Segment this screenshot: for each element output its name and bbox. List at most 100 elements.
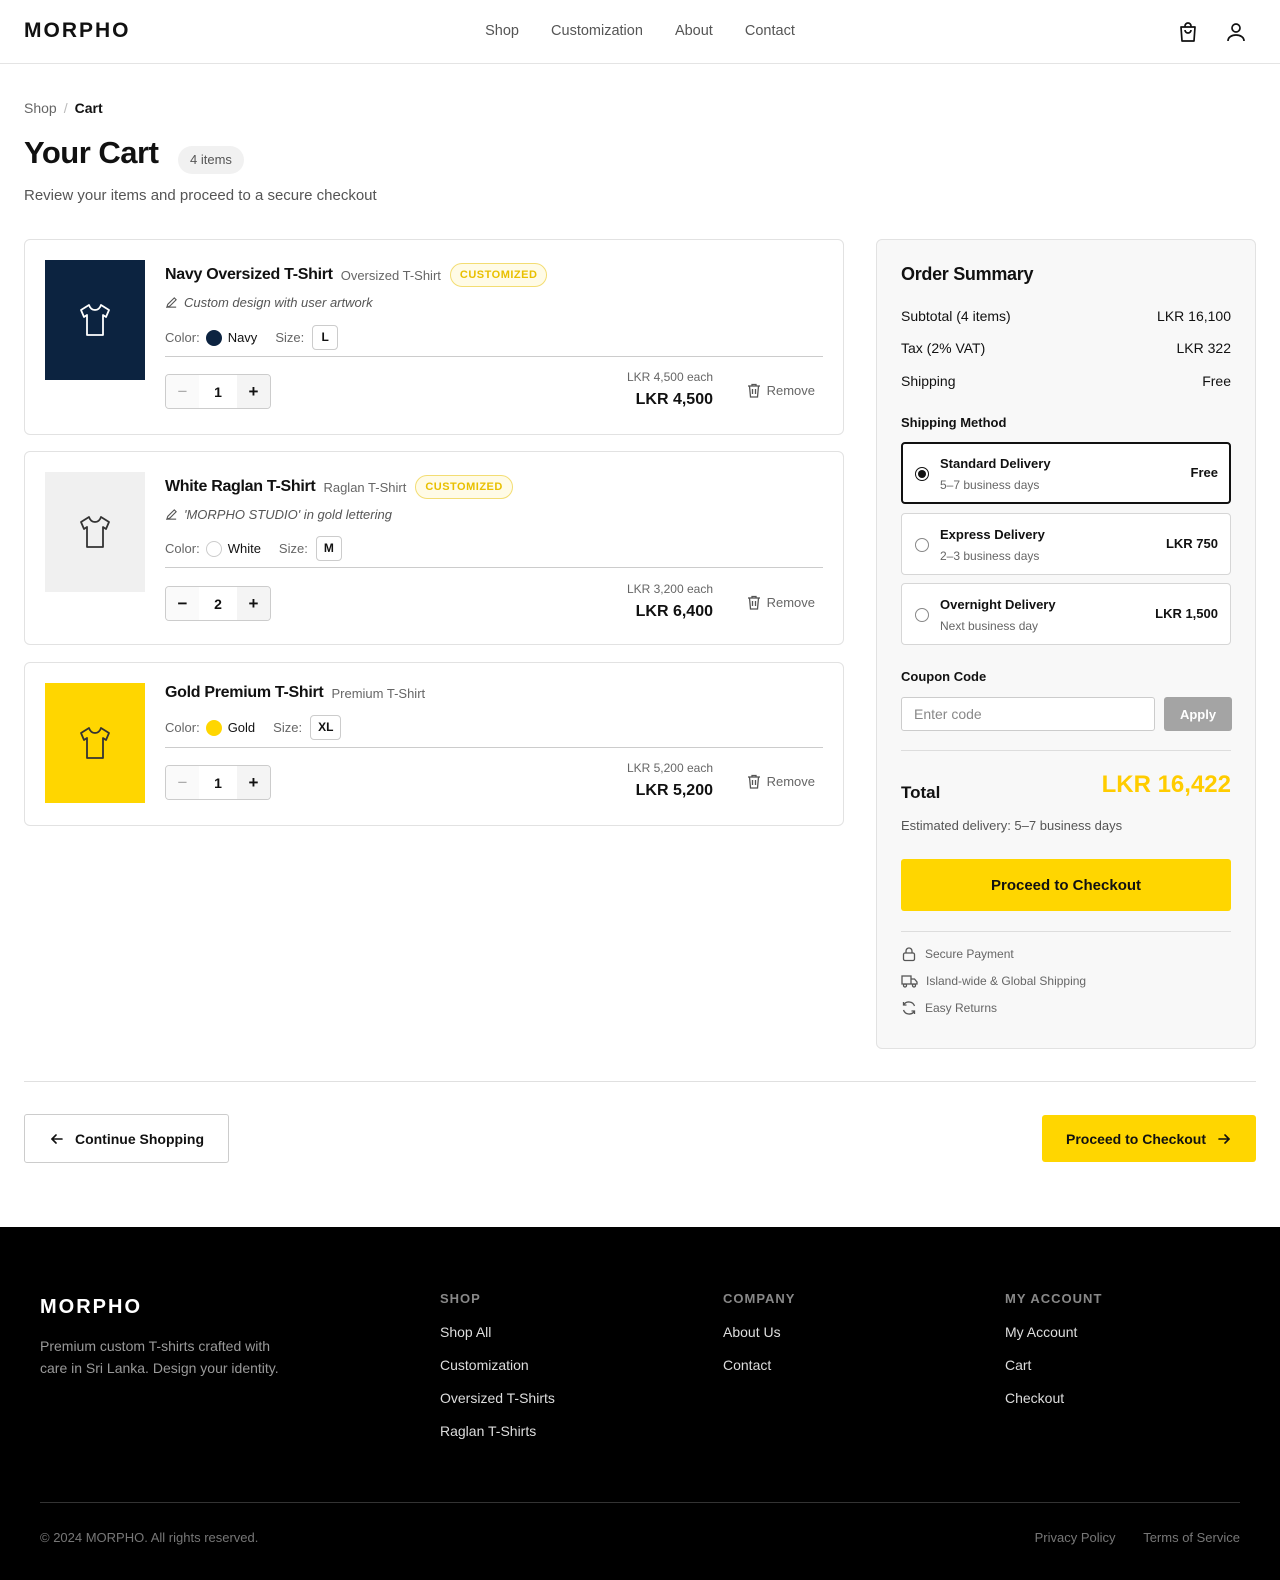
shipping-row: Shipping Free: [901, 373, 1231, 389]
footer-link[interactable]: Shop All: [440, 1324, 555, 1340]
arrow-right-icon: [1218, 1133, 1230, 1144]
product-attributes: Color: White Size: M: [165, 536, 342, 561]
size-value: L: [312, 325, 339, 350]
subtotal-value: LKR 16,100: [1157, 308, 1231, 324]
privacy-policy-link[interactable]: Privacy Policy: [1035, 1530, 1116, 1545]
product-name[interactable]: Navy Oversized T-Shirt: [165, 266, 333, 284]
radio-button[interactable]: [915, 608, 929, 622]
coupon-label: Coupon Code: [901, 669, 987, 684]
shipping-option-name: Overnight Delivery: [940, 597, 1056, 612]
radio-button[interactable]: [915, 467, 929, 481]
size-label: Size:: [273, 720, 303, 735]
line-total: LKR 4,500: [635, 391, 713, 408]
nav-shop[interactable]: Shop: [485, 23, 519, 39]
remove-button[interactable]: Remove: [747, 774, 815, 789]
color-label: Color:: [165, 541, 200, 556]
truck-icon: [901, 975, 918, 988]
footer-description: Premium custom T-shirts crafted with car…: [40, 1338, 279, 1376]
tshirt-icon: [80, 727, 110, 759]
total-value: LKR 16,422: [1101, 771, 1231, 798]
line-total: LKR 6,400: [635, 603, 713, 620]
color-value: Gold: [227, 720, 256, 735]
radio-dot: [918, 470, 926, 478]
remove-button[interactable]: Remove: [747, 383, 815, 398]
terms-of-service-link[interactable]: Terms of Service: [1143, 1530, 1240, 1545]
footer-link[interactable]: Customization: [440, 1357, 555, 1373]
footer-logo[interactable]: MORPHO: [40, 1296, 142, 1319]
color-label: Color:: [165, 330, 200, 345]
quantity-value[interactable]: 1: [199, 766, 237, 799]
apply-coupon-button[interactable]: Apply: [1164, 697, 1232, 731]
decrease-quantity-button[interactable]: −: [166, 587, 199, 620]
decrease-quantity-button[interactable]: −: [166, 375, 199, 408]
shipping-option-price: LKR 750: [1165, 536, 1218, 551]
continue-shopping-button[interactable]: Continue Shopping: [24, 1114, 229, 1163]
line-total: LKR 5,200: [635, 782, 713, 799]
shipping-option-days: 5–7 business days: [940, 478, 1040, 492]
shipping-option-name: Express Delivery: [940, 527, 1045, 542]
custom-note-text: Custom design with user artwork: [184, 295, 373, 310]
nav-about[interactable]: About: [675, 23, 713, 39]
increase-quantity-button[interactable]: +: [237, 375, 270, 408]
radio-button[interactable]: [915, 538, 929, 552]
footer-link[interactable]: Contact: [723, 1357, 795, 1373]
cart-icon[interactable]: [1176, 20, 1200, 44]
remove-label: Remove: [766, 774, 815, 789]
quantity-stepper: − 1 +: [165, 765, 271, 800]
footer-link[interactable]: My Account: [1005, 1324, 1102, 1340]
decrease-quantity-button[interactable]: −: [166, 766, 199, 799]
cart-item: Gold Premium T-Shirt Premium T-Shirt Col…: [24, 662, 844, 826]
item-divider: [165, 356, 823, 357]
quantity-stepper: − 1 +: [165, 374, 271, 409]
product-thumbnail[interactable]: [45, 260, 145, 380]
proceed-to-checkout-button[interactable]: Proceed to Checkout: [1042, 1115, 1256, 1162]
size-value: XL: [310, 715, 342, 740]
trash-icon: [747, 383, 760, 398]
shipping-option-standard[interactable]: Standard Delivery 5–7 business days Free: [901, 442, 1231, 504]
subtotal-row: Subtotal (4 items) LKR 16,100: [901, 308, 1231, 324]
remove-button[interactable]: Remove: [747, 595, 815, 610]
nav-customization[interactable]: Customization: [551, 23, 643, 39]
footer-link[interactable]: Oversized T-Shirts: [440, 1390, 555, 1406]
footer-link[interactable]: Cart: [1005, 1357, 1102, 1373]
product-name[interactable]: Gold Premium T-Shirt: [165, 684, 324, 702]
footer-column-account: MY ACCOUNT My Account Cart Checkout: [1005, 1291, 1102, 1423]
footer-link[interactable]: About Us: [723, 1324, 795, 1340]
item-count-badge: 4 items: [178, 146, 244, 174]
product-name[interactable]: White Raglan T-Shirt: [165, 478, 316, 496]
total-label: Total: [901, 783, 941, 802]
footer-column-company: COMPANY About Us Contact: [723, 1291, 795, 1390]
shipping-option-overnight[interactable]: Overnight Delivery Next business day LKR…: [901, 583, 1231, 645]
increase-quantity-button[interactable]: +: [237, 587, 270, 620]
shipping-option-express[interactable]: Express Delivery 2–3 business days LKR 7…: [901, 513, 1231, 575]
cart-item: Navy Oversized T-Shirt Oversized T-Shirt…: [24, 239, 844, 435]
shipping-option-days: 2–3 business days: [940, 549, 1040, 563]
trust-text: Easy Returns: [925, 1001, 998, 1015]
product-thumbnail[interactable]: [45, 472, 145, 592]
footer-link[interactable]: Raglan T-Shirts: [440, 1423, 555, 1439]
tshirt-icon: [80, 516, 110, 548]
quantity-value[interactable]: 1: [199, 375, 237, 408]
product-type: Raglan T-Shirt: [323, 479, 407, 495]
customized-badge: CUSTOMIZED: [415, 475, 513, 499]
nav-contact[interactable]: Contact: [745, 23, 795, 39]
size-label: Size:: [275, 330, 305, 345]
quantity-value[interactable]: 2: [199, 587, 237, 620]
customized-badge: CUSTOMIZED: [449, 263, 548, 287]
user-icon[interactable]: [1224, 20, 1248, 44]
product-thumbnail[interactable]: [45, 683, 145, 803]
trust-item: Secure Payment: [901, 946, 1014, 962]
coupon-input[interactable]: [901, 697, 1155, 731]
shipping-label: Shipping: [901, 373, 956, 389]
product-attributes: Color: Gold Size: XL: [165, 715, 342, 740]
arrow-left-icon: [51, 1133, 63, 1144]
custom-note: Custom design with user artwork: [165, 295, 373, 310]
breadcrumb-shop[interactable]: Shop: [24, 100, 57, 116]
page-subtitle: Review your items and proceed to a secur…: [24, 187, 377, 204]
increase-quantity-button[interactable]: +: [237, 766, 270, 799]
summary-title: Order Summary: [901, 264, 1034, 284]
footer-link[interactable]: Checkout: [1005, 1390, 1102, 1406]
proceed-to-checkout-button[interactable]: Proceed to Checkout: [901, 859, 1231, 911]
trust-item: Easy Returns: [901, 1000, 997, 1016]
trust-item: Island-wide & Global Shipping: [901, 973, 1086, 989]
